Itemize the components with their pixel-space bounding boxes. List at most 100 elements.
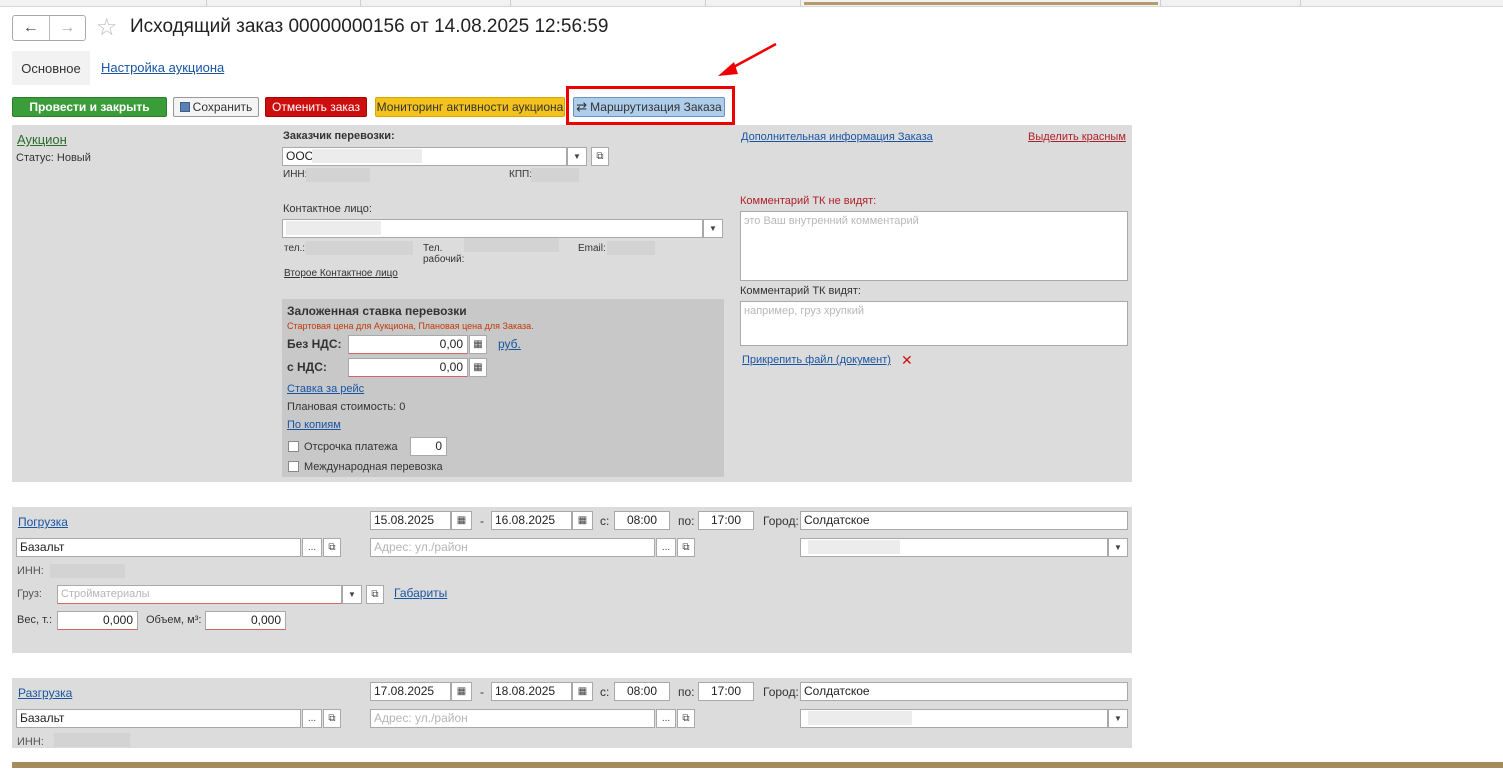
second-contact-link[interactable]: Второе Контактное лицо bbox=[284, 268, 398, 279]
city-label: Город: bbox=[763, 514, 799, 528]
unloading-date-to[interactable]: 18.08.2025 bbox=[491, 682, 572, 701]
open-icon[interactable]: ⧉ bbox=[366, 585, 384, 604]
time-to-label: по: bbox=[678, 685, 695, 699]
auction-monitoring-button[interactable]: Мониторинг активности аукциона bbox=[375, 97, 565, 117]
ellipsis-icon[interactable]: ... bbox=[302, 709, 322, 728]
email-label: Email: bbox=[578, 243, 606, 254]
tel-work-label-2: рабочий: bbox=[423, 254, 465, 265]
cargo-input[interactable]: Стройматериалы bbox=[57, 585, 342, 604]
chevron-down-icon[interactable]: ▼ bbox=[1108, 709, 1128, 728]
unloading-date-from[interactable]: 17.08.2025 bbox=[370, 682, 451, 701]
international-label: Международная перевозка bbox=[304, 461, 443, 473]
forward-arrow-icon[interactable]: → bbox=[48, 16, 86, 40]
rate-hint: Стартовая цена для Аукциона, Плановая це… bbox=[287, 321, 534, 331]
no-vat-input[interactable]: 0,00 bbox=[348, 335, 468, 354]
unloading-warehouse-input[interactable]: Базальт bbox=[16, 709, 301, 728]
mark-red-link[interactable]: Выделить красным bbox=[1028, 131, 1126, 143]
comment-visible-input[interactable]: например, груз хрупкий bbox=[740, 301, 1128, 346]
loading-date-to[interactable]: 16.08.2025 bbox=[491, 511, 572, 530]
open-icon[interactable]: ⧉ bbox=[323, 538, 341, 557]
loading-time-from[interactable]: 08:00 bbox=[614, 511, 670, 530]
time-to-label: по: bbox=[678, 514, 695, 528]
open-icon[interactable]: ⧉ bbox=[677, 538, 695, 557]
comment-visible-label: Комментарий ТК видят: bbox=[740, 285, 861, 297]
deferral-input[interactable]: 0 bbox=[410, 437, 447, 456]
comment-hidden-input[interactable]: это Ваш внутренний комментарий bbox=[740, 211, 1128, 281]
unloading-city-input[interactable]: Солдатское bbox=[800, 682, 1128, 701]
back-arrow-icon[interactable]: ← bbox=[13, 16, 49, 40]
contact-dropdown-icon[interactable]: ▼ bbox=[703, 219, 723, 238]
post-and-close-button[interactable]: Провести и закрыть bbox=[12, 97, 167, 117]
customer-open-icon[interactable]: ⧉ bbox=[591, 147, 609, 166]
ellipsis-icon[interactable]: ... bbox=[656, 538, 676, 557]
volume-label: Объем, м³: bbox=[146, 614, 202, 626]
customer-inn-label: ИНН: bbox=[283, 169, 308, 180]
loading-inn-label: ИНН: bbox=[17, 565, 44, 577]
floppy-icon bbox=[179, 102, 190, 112]
delete-x-icon[interactable]: ✕ bbox=[901, 352, 913, 369]
unloading-time-to[interactable]: 17:00 bbox=[698, 682, 754, 701]
dimensions-link[interactable]: Габариты bbox=[394, 586, 447, 600]
customer-kpp-label: КПП: bbox=[509, 169, 532, 180]
tel-label: тел.: bbox=[284, 243, 306, 254]
status-text: Статус: Новый bbox=[16, 152, 91, 164]
customer-label: Заказчик перевозки: bbox=[283, 130, 395, 142]
customer-dropdown-icon[interactable]: ▼ bbox=[567, 147, 587, 166]
chevron-down-icon[interactable]: ▼ bbox=[1108, 538, 1128, 557]
additional-info-link[interactable]: Дополнительная информация Заказа bbox=[741, 131, 933, 143]
ellipsis-icon[interactable]: ... bbox=[656, 709, 676, 728]
page-title: Исходящий заказ 00000000156 от 14.08.202… bbox=[130, 16, 609, 37]
loading-date-from[interactable]: 15.08.2025 bbox=[370, 511, 451, 530]
planned-cost: Плановая стоимость: 0 bbox=[287, 401, 406, 413]
tab-auction-settings[interactable]: Настройка аукциона bbox=[101, 60, 224, 75]
volume-input[interactable]: 0,000 bbox=[205, 611, 286, 630]
calendar-icon[interactable]: ▦ bbox=[572, 511, 593, 530]
date-dash: - bbox=[480, 514, 484, 528]
loading-address-input[interactable]: Адрес: ул./район bbox=[370, 538, 655, 557]
tab-main[interactable]: Основное bbox=[12, 51, 90, 85]
calendar-icon[interactable]: ▦ bbox=[572, 682, 593, 701]
active-window-tab[interactable] bbox=[804, 2, 1158, 5]
ellipsis-icon[interactable]: ... bbox=[302, 538, 322, 557]
top-tab-strip bbox=[0, 0, 1503, 7]
comment-hidden-label: Комментарий ТК не видят: bbox=[740, 195, 877, 207]
by-copies-link[interactable]: По копиям bbox=[287, 419, 341, 431]
calendar-icon[interactable]: ▦ bbox=[451, 682, 472, 701]
loading-time-to[interactable]: 17:00 bbox=[698, 511, 754, 530]
rate-per-trip-link[interactable]: Ставка за рейс bbox=[287, 383, 364, 395]
contact-label: Контактное лицо: bbox=[283, 203, 372, 215]
unloading-address-input[interactable]: Адрес: ул./район bbox=[370, 709, 655, 728]
weight-input[interactable]: 0,000 bbox=[57, 611, 138, 630]
open-icon[interactable]: ⧉ bbox=[323, 709, 341, 728]
open-icon[interactable]: ⧉ bbox=[677, 709, 695, 728]
cargo-dropdown-icon[interactable]: ▼ bbox=[342, 585, 362, 604]
deferral-checkbox[interactable] bbox=[288, 441, 299, 452]
calculator-icon[interactable]: ▦ bbox=[469, 358, 487, 377]
currency-link[interactable]: руб. bbox=[498, 337, 521, 351]
vat-label: с НДС: bbox=[287, 360, 327, 374]
international-checkbox[interactable] bbox=[288, 461, 299, 472]
save-button[interactable]: Сохранить bbox=[173, 97, 259, 117]
weight-label: Вес, т.: bbox=[17, 614, 52, 626]
navigation-group: ← → bbox=[12, 15, 86, 41]
highlight-frame bbox=[566, 86, 735, 125]
auction-link[interactable]: Аукцион bbox=[17, 132, 67, 147]
unloading-title-link[interactable]: Разгрузка bbox=[18, 686, 72, 700]
vat-input[interactable]: 0,00 bbox=[348, 358, 468, 377]
calendar-icon[interactable]: ▦ bbox=[451, 511, 472, 530]
calculator-icon[interactable]: ▦ bbox=[469, 335, 487, 354]
time-from-label: с: bbox=[600, 685, 610, 699]
loading-title-link[interactable]: Погрузка bbox=[18, 515, 68, 529]
loading-city-input[interactable]: Солдатское bbox=[800, 511, 1128, 530]
cargo-label: Груз: bbox=[17, 588, 42, 600]
no-vat-label: Без НДС: bbox=[287, 337, 342, 351]
city-label: Город: bbox=[763, 685, 799, 699]
unloading-time-from[interactable]: 08:00 bbox=[614, 682, 670, 701]
favorite-star-icon[interactable]: ☆ bbox=[96, 13, 118, 42]
attach-file-link[interactable]: Прикрепить файл (документ) bbox=[742, 354, 891, 366]
cancel-order-button[interactable]: Отменить заказ bbox=[265, 97, 367, 117]
bottom-divider bbox=[12, 762, 1503, 768]
rate-title: Заложенная ставка перевозки bbox=[287, 304, 467, 318]
loading-warehouse-input[interactable]: Базальт bbox=[16, 538, 301, 557]
annotation-arrow-icon bbox=[718, 42, 777, 76]
